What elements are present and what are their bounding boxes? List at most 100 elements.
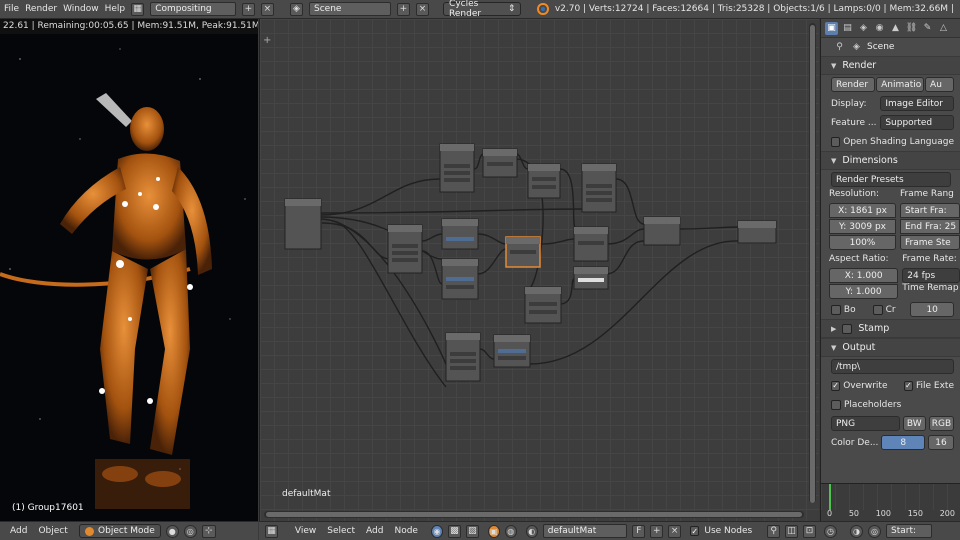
scene-icon[interactable]: ◈ [289, 2, 303, 16]
overwrite-checkbox[interactable]: ✓ [831, 380, 841, 391]
aspect-ratio-label: Aspect Ratio: [829, 254, 889, 264]
render-engine-dropdown[interactable]: Cycles Render ⇕ [443, 0, 522, 19]
modifier-wrench-icon[interactable]: ✎ [921, 22, 934, 35]
start-frame-field[interactable]: Start Fra: [900, 203, 960, 218]
layout-name-field[interactable]: Compositing [150, 2, 236, 16]
add-layout-icon[interactable]: + [241, 2, 255, 16]
remove-scene-icon[interactable]: × [415, 2, 430, 16]
menu-file[interactable]: File [4, 4, 19, 14]
tick-label: 150 [907, 509, 923, 518]
pin-nodetree-icon[interactable]: ⚲ [767, 524, 781, 538]
render-view[interactable]: 22.61 | Remaining:00:05.65 | Mem:91.51M,… [0, 19, 258, 521]
stamp-panel-header[interactable]: ▶ Stamp [821, 319, 960, 338]
aspect-x-field[interactable]: X: 1.000 [829, 268, 899, 283]
end-frame-field[interactable]: End Fra: 25 [900, 219, 960, 234]
world-shader-icon[interactable]: ◍ [504, 524, 517, 538]
render-button-label: Render [836, 79, 869, 90]
unlink-material-icon[interactable]: × [668, 524, 682, 538]
render-still-button[interactable]: Render [831, 77, 876, 92]
object-icon[interactable]: ▲ [889, 22, 902, 35]
new-material-icon[interactable]: + [650, 524, 664, 538]
keying-set-icon[interactable]: ◑ [850, 524, 863, 538]
menu-view[interactable]: View [295, 526, 316, 536]
osl-checkbox[interactable] [831, 136, 841, 147]
current-frame-cursor[interactable] [829, 484, 831, 510]
resolution-percent-field[interactable]: 100% [829, 235, 896, 250]
aspect-y-field[interactable]: Y: 1.000 [829, 284, 899, 299]
menu-select[interactable]: Select [327, 526, 355, 536]
resolution-y-field[interactable]: Y: 3009 px [829, 219, 896, 234]
editor-type-icon[interactable]: ▦ [265, 524, 278, 538]
object-shader-icon[interactable]: ▣ [487, 524, 500, 538]
depth-8-button[interactable]: 8 [881, 435, 926, 450]
node-graph[interactable] [260, 19, 819, 521]
render-camera-icon[interactable]: ▣ [825, 21, 838, 35]
viewport-shading-icon[interactable]: ● [165, 524, 179, 538]
render-panel-header[interactable]: ▼ Render [821, 56, 960, 75]
shader-nodes-icon[interactable]: ◉ [430, 524, 443, 538]
transform-manipulator-icon[interactable]: ⊹ [201, 524, 216, 538]
aspect-framerate-block: Aspect Ratio: X: 1.000 Y: 1.000 Frame Ra… [821, 254, 960, 300]
compositing-nodes-icon[interactable]: ▨ [465, 524, 479, 538]
node-editor-horizontal-scrollbar[interactable] [264, 511, 804, 518]
scene-props-icon[interactable]: ◈ [857, 22, 870, 35]
feature-set-dropdown[interactable]: Supported [880, 115, 954, 130]
menu-add-node[interactable]: Add [366, 526, 383, 536]
mesh-data-icon[interactable]: △ [937, 22, 950, 35]
output-path-field[interactable]: /tmp\ [831, 359, 954, 374]
render-presets-dropdown[interactable]: Render Presets [831, 172, 951, 187]
node-editor[interactable]: + defaultMat [259, 19, 819, 521]
frame-step-field[interactable]: Frame Ste [900, 235, 960, 250]
backdrop-icon[interactable]: ◫ [785, 524, 799, 538]
stamp-checkbox[interactable] [842, 323, 853, 334]
border-checkbox[interactable] [831, 304, 841, 315]
file-format-dropdown[interactable]: PNG [831, 416, 900, 431]
scene-name-field[interactable]: Scene [309, 2, 391, 16]
render-animation-button[interactable]: Animatio [876, 77, 925, 92]
render-layers-icon[interactable]: ▤ [841, 22, 854, 35]
layout-grid-icon[interactable]: ▦ [131, 2, 145, 16]
overwrite-row: ✓ Overwrite ✓ File Exte [821, 376, 960, 395]
frame-rate-dropdown[interactable]: 24 fps [902, 268, 960, 283]
start-frame-timeline-field[interactable]: Start: [886, 524, 932, 538]
resolution-x-field[interactable]: X: 1861 px [829, 203, 896, 218]
material-browse-icon[interactable]: ◐ [525, 524, 538, 538]
dimensions-panel-header[interactable]: ▼ Dimensions [821, 151, 960, 170]
file-extensions-checkbox[interactable]: ✓ [903, 380, 913, 391]
timeline-track[interactable] [821, 484, 960, 510]
time-remap-old-field[interactable]: 10 [910, 302, 955, 317]
render-audio-button[interactable]: Au [925, 77, 954, 92]
bw-button[interactable]: BW [902, 416, 926, 431]
add-scene-icon[interactable]: + [396, 2, 410, 16]
depth-16-button[interactable]: 16 [928, 435, 954, 450]
menu-node[interactable]: Node [394, 526, 418, 536]
horizontal-scroll-thumb[interactable] [266, 512, 802, 517]
vertical-scroll-thumb[interactable] [810, 25, 815, 503]
timeline-editor-type-icon[interactable]: ◷ [824, 524, 837, 538]
display-dropdown[interactable]: Image Editor [880, 96, 954, 111]
menu-object[interactable]: Object [38, 526, 67, 536]
node-editor-vertical-scrollbar[interactable] [809, 23, 816, 503]
pivot-point-icon[interactable]: ◎ [183, 524, 197, 538]
rgb-button[interactable]: RGB [928, 416, 954, 431]
fake-user-button[interactable]: F [632, 524, 646, 538]
pin-icon[interactable]: ⚲ [833, 41, 846, 54]
remove-layout-icon[interactable]: × [260, 2, 274, 16]
timeline-editor[interactable]: 0 50 100 150 200 [820, 483, 960, 521]
material-name-field[interactable]: defaultMat [542, 524, 628, 538]
texture-coordinate-node [284, 198, 322, 250]
crop-checkbox[interactable] [872, 304, 883, 315]
menu-window[interactable]: Window [63, 4, 99, 14]
placeholders-checkbox[interactable] [831, 399, 841, 410]
menu-add[interactable]: Add [10, 526, 27, 536]
output-panel-header[interactable]: ▼ Output [821, 338, 960, 357]
world-icon[interactable]: ◉ [873, 22, 886, 35]
use-nodes-checkbox[interactable]: ✓ [690, 526, 700, 536]
texture-nodes-icon[interactable]: ▩ [447, 524, 461, 538]
menu-help[interactable]: Help [105, 4, 126, 14]
menu-render[interactable]: Render [25, 4, 57, 14]
constraints-icon[interactable]: ⛓ [905, 22, 918, 35]
snap-icon[interactable]: ⊡ [803, 524, 816, 538]
timeline-view-icon[interactable]: ◎ [868, 524, 881, 538]
object-mode-dropdown[interactable]: Object Mode [78, 524, 161, 538]
